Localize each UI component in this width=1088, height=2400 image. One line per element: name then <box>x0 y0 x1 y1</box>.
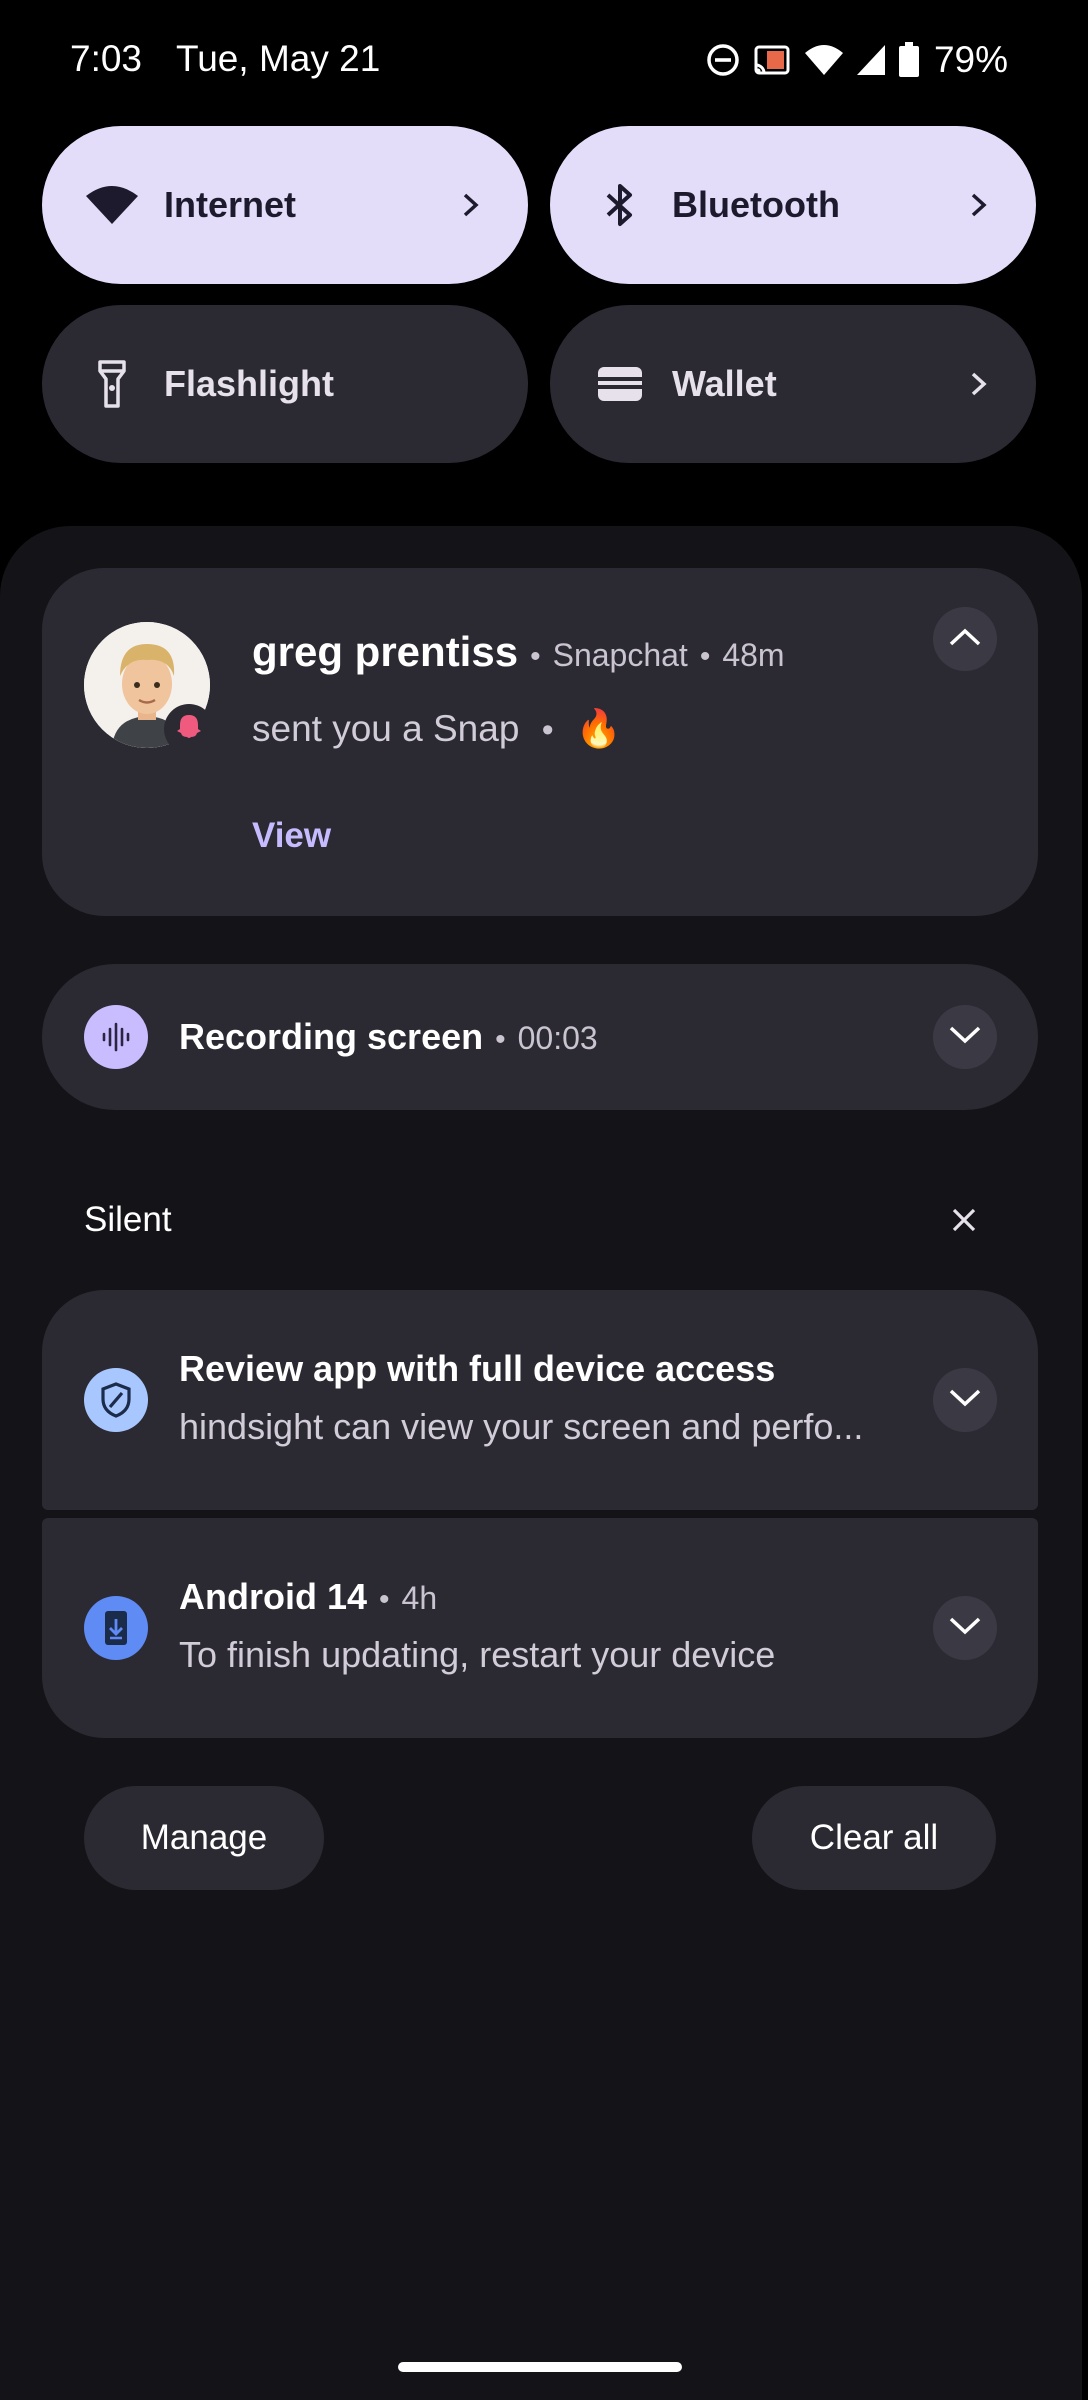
review-app-notification[interactable]: Review app with full device access hinds… <box>42 1290 1038 1510</box>
review-title: Review app with full device access <box>179 1348 776 1389</box>
snapchat-message: sent you a Snap • 🔥 <box>252 708 622 751</box>
recording-header: Recording screen • 00:03 <box>179 1016 598 1058</box>
silent-section-header: Silent <box>84 1200 172 1239</box>
separator-dot: • <box>699 640 711 673</box>
expand-button[interactable] <box>933 1368 997 1432</box>
notification-age: 48m <box>722 637 785 673</box>
system-update-icon <box>84 1596 148 1660</box>
fire-emoji: 🔥 <box>575 708 622 749</box>
manage-button[interactable]: Manage <box>84 1786 324 1890</box>
app-name: Snapchat <box>552 637 688 673</box>
chevron-down-icon <box>948 1025 982 1050</box>
tile-bluetooth[interactable]: Bluetooth <box>550 126 1036 284</box>
clock: 7:03 <box>70 38 143 79</box>
snapchat-ghost-icon <box>174 712 204 747</box>
expand-button[interactable] <box>933 1596 997 1660</box>
dnd-icon <box>706 43 740 77</box>
chevron-right-icon[interactable] <box>964 190 994 220</box>
status-icons: 79% <box>706 39 1008 80</box>
snapchat-header: greg prentiss • Snapchat • 48m <box>252 628 785 676</box>
snapchat-badge <box>164 704 214 754</box>
message-text: sent you a Snap <box>252 708 520 749</box>
sender-name: greg prentiss <box>252 628 519 675</box>
tile-wallet-label: Wallet <box>672 363 777 404</box>
battery-percent: 79% <box>933 39 1008 80</box>
collapse-button[interactable] <box>933 607 997 671</box>
tile-flashlight-label: Flashlight <box>164 363 334 404</box>
expand-button[interactable] <box>933 1005 997 1069</box>
flashlight-icon <box>82 354 142 414</box>
bluetooth-icon <box>590 175 650 235</box>
tile-bluetooth-label: Bluetooth <box>672 184 840 225</box>
chevron-right-icon[interactable] <box>456 190 486 220</box>
cellular-icon <box>856 43 886 77</box>
close-icon[interactable] <box>944 1200 984 1240</box>
separator-dot: • <box>495 1023 506 1056</box>
tile-flashlight[interactable]: Flashlight <box>42 305 528 463</box>
battery-icon <box>898 42 920 78</box>
wifi-icon <box>804 43 844 77</box>
android-update-notification[interactable]: Android 14 • 4h To finish updating, rest… <box>42 1518 1038 1738</box>
review-header: Review app with full device access <box>179 1348 775 1390</box>
separator-dot: • <box>379 1583 390 1616</box>
review-text: hindsight can view your screen and perfo… <box>179 1406 864 1447</box>
chevron-right-icon[interactable] <box>964 369 994 399</box>
chevron-down-icon <box>948 1388 982 1413</box>
tile-internet-label: Internet <box>164 184 297 225</box>
recording-title: Recording screen <box>179 1016 484 1057</box>
shield-icon <box>84 1368 148 1432</box>
chevron-down-icon <box>948 1616 982 1641</box>
separator-dot: • <box>541 711 554 749</box>
android-header: Android 14 • 4h <box>179 1576 437 1618</box>
recording-notification[interactable]: Recording screen • 00:03 <box>42 964 1038 1110</box>
tile-wallet[interactable]: Wallet <box>550 305 1036 463</box>
clear-all-button[interactable]: Clear all <box>752 1786 996 1890</box>
date: Tue, May 21 <box>176 38 381 79</box>
home-gesture-bar[interactable] <box>398 2362 682 2372</box>
status-bar: 7:03 Tue, May 21 79% <box>0 0 1088 120</box>
wifi-icon <box>82 175 142 235</box>
wallet-icon <box>590 354 650 414</box>
android-age: 4h <box>401 1580 438 1616</box>
chevron-up-icon <box>948 627 982 652</box>
audio-wave-icon <box>84 1005 148 1069</box>
snapchat-notification[interactable]: greg prentiss • Snapchat • 48m sent you … <box>42 568 1038 916</box>
view-action-button[interactable]: View <box>252 816 331 856</box>
recording-elapsed: 00:03 <box>517 1020 598 1056</box>
separator-dot: • <box>530 640 541 673</box>
android-text: To finish updating, restart your device <box>179 1634 776 1675</box>
android-title: Android 14 <box>179 1576 368 1617</box>
tile-internet[interactable]: Internet <box>42 126 528 284</box>
cast-icon <box>752 43 792 77</box>
